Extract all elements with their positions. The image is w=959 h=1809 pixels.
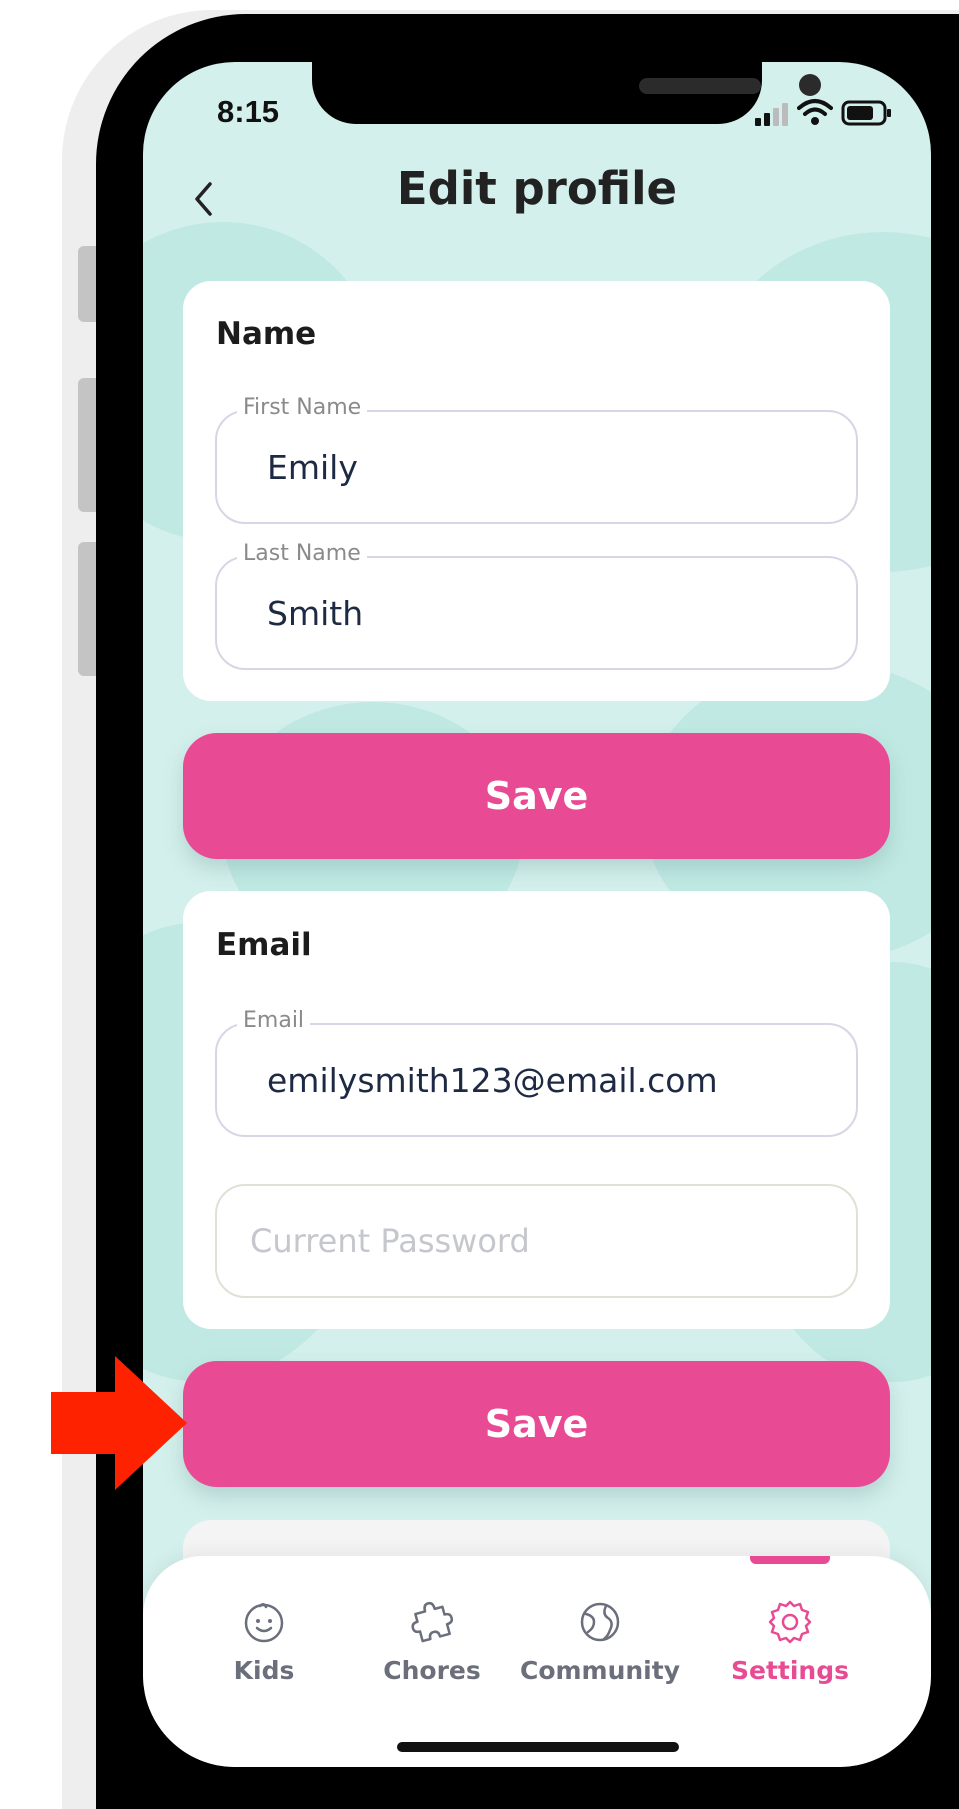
globe-icon xyxy=(580,1602,620,1642)
tab-community-label: Community xyxy=(519,1656,681,1685)
bottom-tab-bar: Kids Chores Community Settings xyxy=(143,1556,931,1767)
tab-kids-label: Kids xyxy=(233,1656,295,1685)
speaker-grille xyxy=(639,78,761,94)
name-card-title: Name xyxy=(216,316,317,352)
save-name-button[interactable]: Save xyxy=(183,733,890,859)
current-password-field[interactable]: Current Password xyxy=(215,1184,858,1298)
last-name-field[interactable]: Last Name Smith xyxy=(215,541,858,670)
smile-face-icon xyxy=(244,1603,284,1643)
battery-icon xyxy=(841,100,891,126)
volume-down-button xyxy=(78,542,96,676)
gear-icon xyxy=(768,1600,812,1644)
status-time: 8:15 xyxy=(217,94,280,129)
tab-settings-label: Settings xyxy=(730,1656,849,1685)
annotation-arrow-icon xyxy=(51,1356,187,1490)
email-value: emilysmith123@email.com xyxy=(267,1061,718,1100)
email-field[interactable]: Email emilysmith123@email.com xyxy=(215,1008,858,1137)
mute-switch xyxy=(78,246,96,322)
tab-chores[interactable]: Chores xyxy=(348,1556,516,1706)
home-indicator xyxy=(397,1742,679,1752)
front-camera xyxy=(799,74,821,96)
current-password-placeholder: Current Password xyxy=(250,1222,530,1260)
save-email-button[interactable]: Save xyxy=(183,1361,890,1487)
signal-icon xyxy=(755,103,788,126)
tab-kids[interactable]: Kids xyxy=(180,1556,348,1706)
puzzle-icon xyxy=(411,1601,454,1643)
name-card: Name First Name Emily Last Name Smith xyxy=(183,281,890,701)
notch xyxy=(312,62,821,124)
tab-chores-label: Chores xyxy=(383,1656,481,1685)
wifi-icon xyxy=(797,99,833,125)
email-label: Email xyxy=(237,1008,311,1033)
status-icons xyxy=(747,98,897,126)
last-name-label: Last Name xyxy=(237,541,367,566)
first-name-value: Emily xyxy=(267,448,358,487)
first-name-label: First Name xyxy=(237,395,368,420)
page-title: Edit profile xyxy=(396,162,678,215)
phone-screen: 8:15 Edit profile Name First Name Emily xyxy=(143,62,931,1767)
first-name-field[interactable]: First Name Emily xyxy=(215,395,858,524)
last-name-value: Smith xyxy=(267,594,364,633)
tab-settings[interactable]: Settings xyxy=(706,1556,874,1706)
tab-community[interactable]: Community xyxy=(516,1556,684,1706)
volume-up-button xyxy=(78,378,96,512)
email-card-title: Email xyxy=(216,927,312,963)
email-card: Email Email emilysmith123@email.com Curr… xyxy=(183,891,890,1329)
